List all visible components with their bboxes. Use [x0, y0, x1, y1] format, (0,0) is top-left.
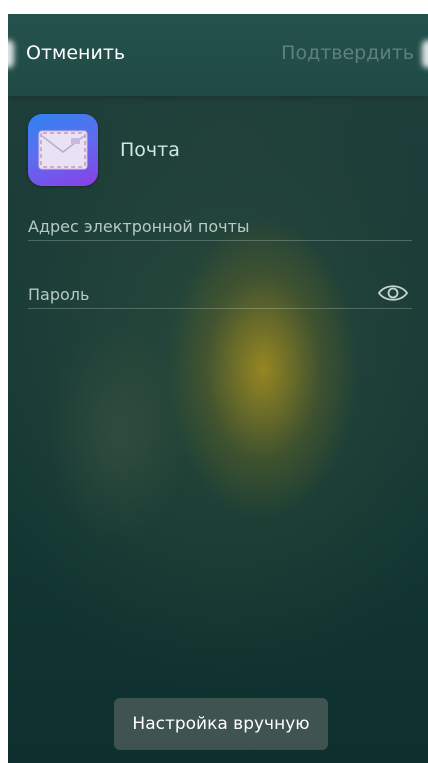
app-name-label: Почта: [120, 139, 180, 161]
confirm-button[interactable]: Подтвердить: [281, 42, 414, 64]
top-action-bar: Отменить Подтвердить: [8, 14, 428, 96]
manual-setup-button[interactable]: Настройка вручную: [114, 698, 328, 750]
mail-app-icon: [28, 114, 98, 186]
right-edge-glow: [422, 40, 428, 68]
password-input[interactable]: [28, 280, 368, 308]
app-header: Почта: [28, 114, 180, 186]
email-field: [28, 212, 412, 241]
eye-icon[interactable]: [376, 280, 410, 306]
cancel-button[interactable]: Отменить: [26, 42, 125, 64]
envelope-icon: [38, 130, 88, 170]
mail-account-setup-screen: Отменить Подтвердить Почта Настройка вру…: [8, 14, 428, 763]
left-edge-glow: [8, 40, 14, 68]
email-input[interactable]: [28, 212, 368, 240]
password-field: [28, 280, 412, 309]
manual-setup-label: Настройка вручную: [132, 714, 310, 734]
